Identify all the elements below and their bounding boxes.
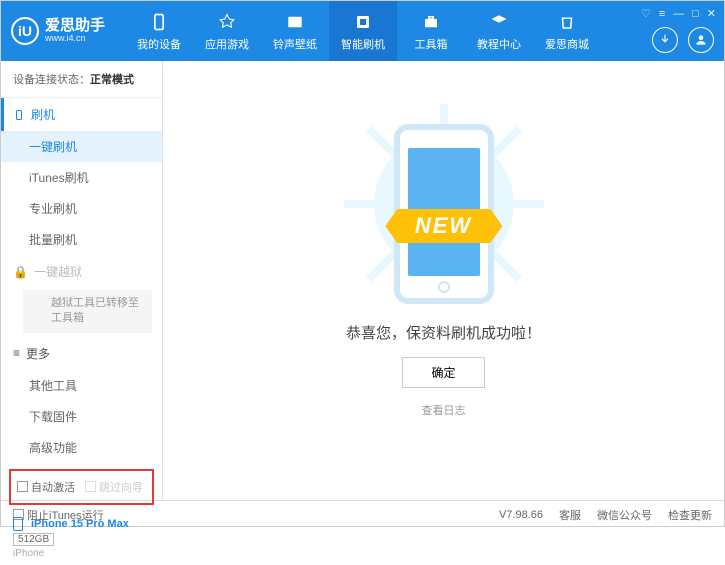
jailbreak-moved-note: 越狱工具已转移至工具箱: [23, 290, 152, 333]
app-subtitle: www.i4.cn: [45, 34, 105, 44]
user-controls: [652, 27, 714, 53]
nav-my-device[interactable]: 我的设备: [125, 1, 193, 61]
store-icon: [556, 11, 578, 33]
app-title: 爱思助手: [45, 18, 105, 35]
app-header: iU 爱思助手 www.i4.cn 我的设备 应用游戏 铃声壁纸 智能刷机 工具…: [1, 1, 724, 61]
flash-icon: [352, 11, 374, 33]
apps-icon: [216, 11, 238, 33]
block-itunes-checkbox[interactable]: 阻止iTunes运行: [13, 507, 104, 523]
wechat-link[interactable]: 微信公众号: [597, 507, 652, 523]
gift-icon[interactable]: ♡: [641, 7, 651, 20]
phone-icon: [13, 109, 25, 121]
sidebar-item-pro-flash[interactable]: 专业刷机: [1, 193, 162, 224]
version-label: V7.98.66: [499, 509, 543, 521]
nav-tutorials[interactable]: 教程中心: [465, 1, 533, 61]
success-message: 恭喜您，保资料刷机成功啦！: [346, 322, 541, 343]
ok-button[interactable]: 确定: [402, 357, 484, 388]
nav-toolbox[interactable]: 工具箱: [397, 1, 465, 61]
toolbox-icon: [420, 11, 442, 33]
tutorial-icon: [488, 11, 510, 33]
logo: iU 爱思助手 www.i4.cn: [11, 17, 105, 45]
logo-icon: iU: [11, 17, 39, 45]
download-button[interactable]: [652, 27, 678, 53]
maximize-button[interactable]: □: [692, 8, 699, 20]
sidebar-item-download-firmware[interactable]: 下载固件: [1, 401, 162, 432]
new-banner: NEW: [397, 209, 490, 243]
close-button[interactable]: ✕: [707, 7, 716, 20]
sidebar-item-advanced[interactable]: 高级功能: [1, 432, 162, 463]
sidebar-item-other-tools[interactable]: 其他工具: [1, 370, 162, 401]
device-capacity: 512GB: [13, 533, 54, 546]
menu-button[interactable]: ≡: [659, 8, 665, 20]
top-nav: 我的设备 应用游戏 铃声壁纸 智能刷机 工具箱 教程中心 爱思商城: [125, 1, 601, 61]
minimize-button[interactable]: —: [673, 8, 684, 20]
nav-smart-flash[interactable]: 智能刷机: [329, 1, 397, 61]
wallpaper-icon: [284, 11, 306, 33]
highlighted-options: 自动激活 跳过向导: [9, 469, 154, 505]
sidebar-group-more[interactable]: ≡ 更多: [1, 337, 162, 370]
device-model: iPhone: [13, 548, 150, 559]
nav-apps-games[interactable]: 应用游戏: [193, 1, 261, 61]
sidebar-group-jailbreak: 🔒 一键越狱: [1, 255, 162, 288]
user-button[interactable]: [688, 27, 714, 53]
sidebar-group-flash[interactable]: 刷机: [1, 98, 162, 131]
nav-store[interactable]: 爱思商城: [533, 1, 601, 61]
auto-activate-checkbox[interactable]: 自动激活: [17, 479, 75, 495]
nav-ringtone-wallpaper[interactable]: 铃声壁纸: [261, 1, 329, 61]
device-phone-icon: [13, 517, 23, 531]
connection-status: 设备连接状态：正常模式: [1, 61, 162, 98]
more-icon: ≡: [13, 346, 20, 360]
check-update-link[interactable]: 检查更新: [668, 507, 712, 523]
sidebar-item-batch-flash[interactable]: 批量刷机: [1, 224, 162, 255]
success-illustration: NEW: [394, 124, 494, 304]
window-controls: ♡ ≡ — □ ✕: [641, 7, 716, 20]
lock-icon: 🔒: [13, 265, 28, 279]
main-content: NEW 恭喜您，保资料刷机成功啦！ 确定 查看日志: [163, 61, 724, 500]
view-log-link[interactable]: 查看日志: [422, 402, 466, 418]
device-icon: [148, 11, 170, 33]
sidebar: 设备连接状态：正常模式 刷机 一键刷机 iTunes刷机 专业刷机 批量刷机 🔒…: [1, 61, 163, 500]
sidebar-item-itunes-flash[interactable]: iTunes刷机: [1, 162, 162, 193]
customer-service-link[interactable]: 客服: [559, 507, 581, 523]
sidebar-item-onekey-flash[interactable]: 一键刷机: [1, 131, 162, 162]
skip-guide-checkbox[interactable]: 跳过向导: [85, 479, 143, 495]
